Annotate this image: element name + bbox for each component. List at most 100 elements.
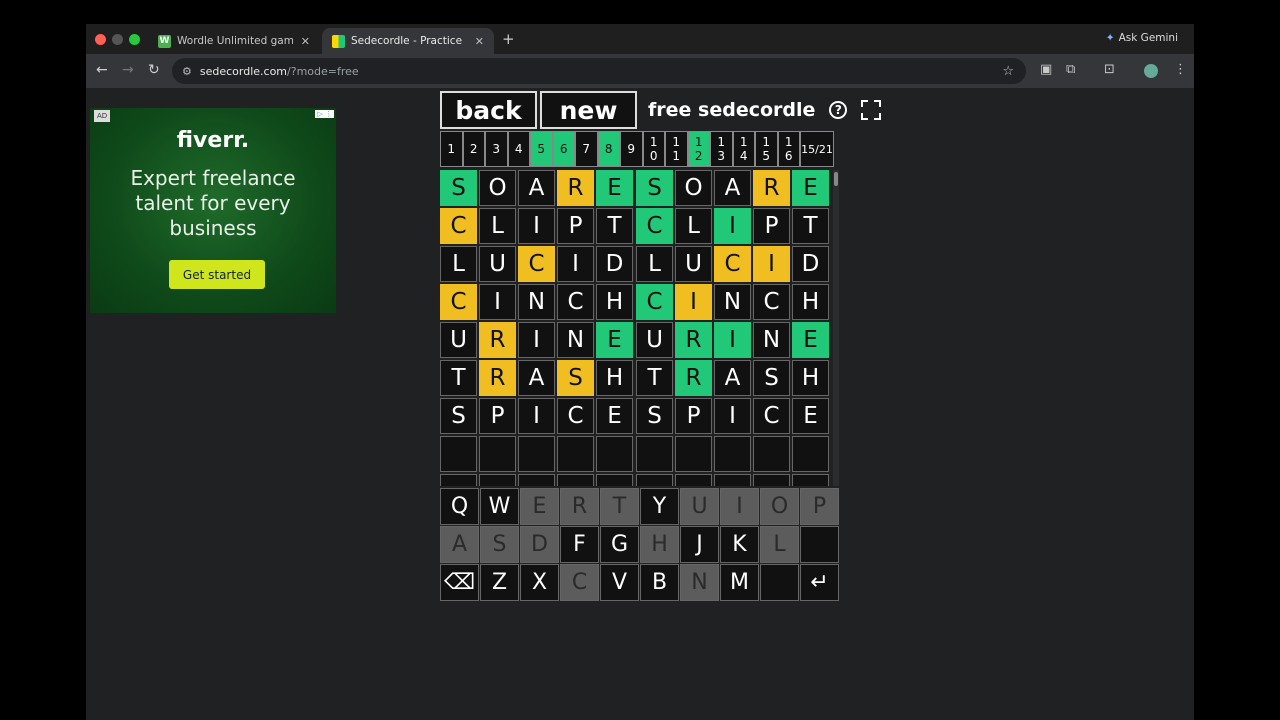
new-tab-button[interactable]: + [502, 30, 515, 48]
empty-tile [753, 436, 790, 472]
key-b[interactable]: B [640, 564, 679, 601]
tile: R [557, 170, 594, 206]
key-w[interactable]: W [480, 488, 519, 525]
key-q[interactable]: Q [440, 488, 479, 525]
empty-tile [440, 474, 477, 486]
key-x[interactable]: X [520, 564, 559, 601]
new-game-button[interactable]: new [540, 91, 637, 129]
board-number-2[interactable]: 2 [462, 131, 485, 167]
tile: T [596, 208, 633, 244]
board-number-12[interactable]: 12 [687, 131, 710, 167]
board-number-14[interactable]: 14 [732, 131, 755, 167]
board-number-13[interactable]: 13 [710, 131, 733, 167]
tile: C [518, 246, 555, 282]
key-p[interactable]: P [800, 488, 839, 525]
key-v[interactable]: V [600, 564, 639, 601]
tab-sedecordle-practice[interactable]: Sedecordle - Practice ✕ [322, 28, 494, 54]
back-arrow-icon[interactable]: ← [96, 62, 108, 78]
key-k[interactable]: K [720, 526, 759, 563]
key-s[interactable]: S [480, 526, 519, 563]
game-title: free sedecordle [648, 99, 816, 121]
menu-dots-icon[interactable]: ⋮ [1174, 62, 1187, 77]
board-number-11[interactable]: 11 [665, 131, 688, 167]
close-tab-icon[interactable]: ✕ [301, 35, 310, 48]
key-l[interactable]: L [760, 526, 799, 563]
empty-tile [518, 436, 555, 472]
tile: C [753, 398, 790, 434]
close-tab-icon[interactable]: ✕ [475, 35, 484, 48]
bookmark-star-icon[interactable]: ☆ [1002, 64, 1014, 79]
board-number-9[interactable]: 9 [620, 131, 643, 167]
board-number-digit: 1 [694, 135, 703, 149]
key-h[interactable]: H [640, 526, 679, 563]
board-number-10[interactable]: 10 [642, 131, 665, 167]
key-e[interactable]: E [520, 488, 559, 525]
blank-key[interactable] [800, 526, 839, 563]
key-i[interactable]: I [720, 488, 759, 525]
minimize-window-button[interactable] [112, 34, 123, 45]
tile: H [792, 360, 829, 396]
key-d[interactable]: D [520, 526, 559, 563]
tile: R [675, 322, 712, 358]
adchoices-icon[interactable]: ▷ ⋮ [315, 110, 334, 118]
board-number-1[interactable]: 1 [440, 131, 463, 167]
tab-search-icon[interactable]: ⊡ [1104, 62, 1115, 77]
get-started-button[interactable]: Get started [169, 260, 265, 289]
key-j[interactable]: J [680, 526, 719, 563]
key-n[interactable]: N [680, 564, 719, 601]
tile: I [479, 284, 516, 320]
board-number-8[interactable]: 8 [597, 131, 620, 167]
enter-icon[interactable]: ↵ [800, 564, 839, 601]
board-number-3[interactable]: 3 [485, 131, 508, 167]
tile: C [636, 208, 673, 244]
reload-icon[interactable]: ↻ [148, 62, 160, 78]
key-c[interactable]: C [560, 564, 599, 601]
key-f[interactable]: F [560, 526, 599, 563]
scrollbar-thumb[interactable] [834, 172, 838, 186]
board-number-15[interactable]: 15 [755, 131, 778, 167]
forward-arrow-icon[interactable]: → [122, 62, 134, 78]
key-o[interactable]: O [760, 488, 799, 525]
key-a[interactable]: A [440, 526, 479, 563]
board-number-digit: 4 [739, 149, 748, 163]
tile: U [440, 322, 477, 358]
tile: L [675, 208, 712, 244]
site-settings-icon[interactable]: ⚙ [182, 65, 192, 78]
board-number-4[interactable]: 4 [507, 131, 530, 167]
tile: U [675, 246, 712, 282]
board-number-7[interactable]: 7 [575, 131, 598, 167]
tile: I [714, 322, 751, 358]
key-m[interactable]: M [720, 564, 759, 601]
blank-key[interactable] [760, 564, 799, 601]
extensions-puzzle-icon[interactable]: ⧉ [1066, 62, 1075, 77]
board-number-digit: 6 [784, 149, 793, 163]
key-t[interactable]: T [600, 488, 639, 525]
backspace-icon[interactable]: ⌫ [440, 564, 479, 601]
help-icon[interactable]: ? [829, 101, 848, 119]
back-button[interactable]: back [440, 91, 537, 129]
tile: I [518, 208, 555, 244]
key-g[interactable]: G [600, 526, 639, 563]
extension-icon[interactable]: ▣ [1040, 62, 1052, 77]
empty-tile [440, 436, 477, 472]
key-y[interactable]: Y [640, 488, 679, 525]
boards-scrollbar[interactable] [833, 170, 839, 486]
ask-gemini-button[interactable]: ✦ Ask Gemini [1106, 32, 1178, 44]
close-window-button[interactable] [95, 34, 106, 45]
tile: L [479, 208, 516, 244]
key-z[interactable]: Z [480, 564, 519, 601]
fiverr-ad[interactable]: AD ▷ ⋮ fiverr. Expert freelance talent f… [90, 108, 336, 313]
board-number-6[interactable]: 6 [552, 131, 575, 167]
empty-tile [792, 436, 829, 472]
game-boards: SOARECLIPTLUCIDCINCHURINETRASHSPICE SOAR… [440, 170, 840, 486]
key-u[interactable]: U [680, 488, 719, 525]
empty-tile [675, 436, 712, 472]
board-number-5[interactable]: 5 [530, 131, 553, 167]
tab-wordle-unlimited[interactable]: W Wordle Unlimited games - Wo ✕ [148, 28, 320, 54]
maximize-window-button[interactable] [129, 34, 140, 45]
board-number-16[interactable]: 16 [777, 131, 800, 167]
fullscreen-icon[interactable] [861, 100, 882, 120]
address-bar[interactable]: ⚙ sedecordle.com/?mode=free ☆ [172, 58, 1026, 84]
profile-avatar[interactable] [1144, 64, 1158, 78]
key-r[interactable]: R [560, 488, 599, 525]
